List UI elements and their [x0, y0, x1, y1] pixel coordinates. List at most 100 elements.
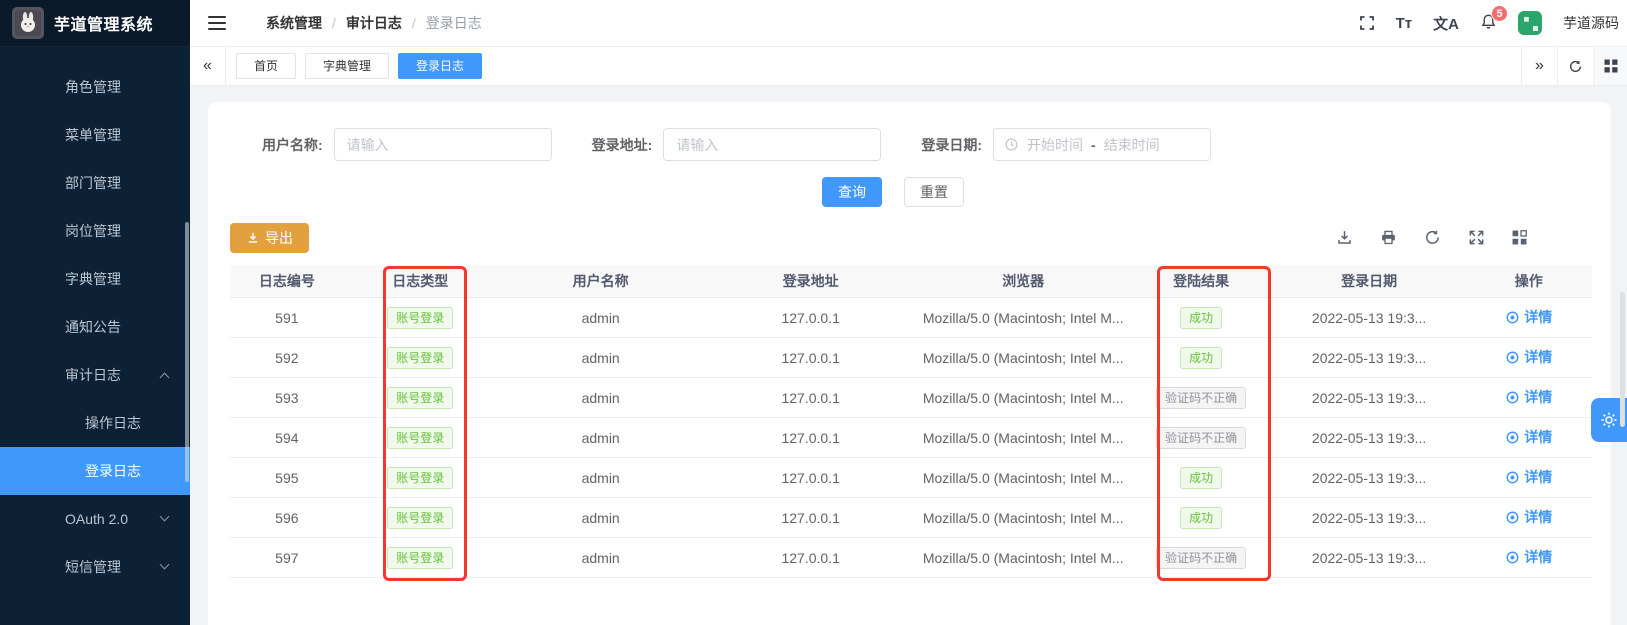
sidebar-item[interactable]: 菜单管理	[0, 111, 190, 159]
cell-username: admin	[497, 470, 705, 486]
tab-layout-icon[interactable]	[1593, 47, 1627, 85]
print-icon[interactable]	[1380, 229, 1397, 246]
login-result-tag: 验证码不正确	[1156, 547, 1246, 569]
tab-item[interactable]: 登录日志	[398, 53, 482, 79]
language-icon[interactable]: 文A	[1433, 13, 1459, 34]
tab-item[interactable]: 字典管理	[305, 53, 389, 79]
tabs: 首页 字典管理 登录日志	[226, 53, 482, 79]
column-setting-icon[interactable]	[1512, 230, 1527, 245]
username[interactable]: 芋道源码	[1563, 13, 1619, 33]
cell-action: 详情	[1465, 547, 1592, 568]
table-row: 591 账号登录 admin 127.0.0.1 Mozilla/5.0 (Ma…	[230, 298, 1592, 338]
cell-username: admin	[497, 550, 705, 566]
reset-button[interactable]: 重置	[904, 177, 964, 207]
search-form: 用户名称: 登录地址: 登录日期: 开始时间 - 结束时间	[208, 128, 1611, 161]
cell-action: 详情	[1465, 307, 1592, 328]
breadcrumb-item[interactable]: 登录日志	[426, 13, 492, 33]
detail-link[interactable]: 详情	[1505, 467, 1552, 487]
clock-icon	[1004, 137, 1019, 152]
cell-log-type: 账号登录	[344, 307, 497, 329]
column-header: 登陆结果	[1129, 271, 1272, 291]
date-range-picker[interactable]: 开始时间 - 结束时间	[993, 128, 1211, 161]
sidebar-item-label: 岗位管理	[65, 223, 121, 239]
username-input[interactable]	[334, 128, 552, 161]
breadcrumb-item[interactable]: 审计日志 /	[346, 13, 416, 33]
cell-login-result: 成功	[1129, 467, 1272, 489]
sidebar-item[interactable]: 部门管理	[0, 159, 190, 207]
sidebar-scrollbar[interactable]	[185, 222, 189, 482]
breadcrumb-separator: /	[332, 15, 336, 31]
sidebar-collapse-icon[interactable]	[208, 16, 226, 30]
detail-link-label: 详情	[1524, 547, 1552, 567]
sidebar-item[interactable]: 审计日志	[0, 351, 190, 399]
detail-link-label: 详情	[1524, 307, 1552, 327]
sidebar-item-label: OAuth 2.0	[65, 511, 128, 527]
tabs-forward-icon[interactable]: »	[1521, 47, 1557, 85]
sidebar-item[interactable]: 通知公告	[0, 303, 190, 351]
detail-link[interactable]: 详情	[1505, 347, 1552, 367]
cell-action: 详情	[1465, 347, 1592, 368]
breadcrumb: 系统管理 / 审计日志 / 登录日志	[266, 13, 492, 33]
sidebar-item-label: 部门管理	[65, 175, 121, 191]
notification-bell[interactable]: 5	[1480, 13, 1497, 33]
user-avatar[interactable]	[1518, 11, 1542, 35]
sidebar: 芋道管理系统 角色管理 菜单管理 部门管理 岗位管理 字典管理 通知公告 审计日…	[0, 0, 190, 625]
query-button[interactable]: 查询	[822, 177, 882, 207]
detail-link[interactable]: 详情	[1505, 307, 1552, 327]
export-button[interactable]: 导出	[230, 223, 309, 253]
sidebar-menu: 角色管理 菜单管理 部门管理 岗位管理 字典管理 通知公告 审计日志 操作日志 …	[0, 47, 190, 591]
address-input[interactable]	[663, 128, 881, 161]
cell-login-address: 127.0.0.1	[704, 310, 917, 326]
page-scrollbar[interactable]	[1620, 292, 1625, 427]
table-header: 日志编号 日志类型 用户名称 登录地址 浏览器 登陆结果 登录日期 操作	[230, 265, 1592, 298]
detail-link-label: 详情	[1524, 507, 1552, 527]
cell-log-type: 账号登录	[344, 547, 497, 569]
font-size-icon[interactable]: Tт	[1396, 15, 1413, 32]
sidebar-item-label: 角色管理	[65, 79, 121, 95]
address-label: 登录地址:	[592, 135, 653, 155]
column-header: 日志类型	[344, 271, 497, 291]
cell-browser: Mozilla/5.0 (Macintosh; Intel M...	[917, 350, 1130, 366]
download-icon[interactable]	[1336, 229, 1353, 246]
eye-icon	[1505, 350, 1520, 365]
table-row: 595 账号登录 admin 127.0.0.1 Mozilla/5.0 (Ma…	[230, 458, 1592, 498]
detail-link-label: 详情	[1524, 427, 1552, 447]
cell-log-type: 账号登录	[344, 467, 497, 489]
sidebar-item[interactable]: 登录日志	[0, 447, 190, 495]
cell-log-id: 593	[230, 390, 344, 406]
sidebar-item[interactable]: 短信管理	[0, 543, 190, 591]
login-result-tag: 验证码不正确	[1156, 387, 1246, 409]
sidebar-item[interactable]: 操作日志	[0, 399, 190, 447]
app-title: 芋道管理系统	[54, 11, 153, 35]
detail-link[interactable]: 详情	[1505, 427, 1552, 447]
breadcrumb-item[interactable]: 系统管理 /	[266, 13, 336, 33]
tabs-back-icon[interactable]: «	[190, 47, 226, 85]
breadcrumb-label: 审计日志	[346, 13, 402, 33]
detail-link[interactable]: 详情	[1505, 547, 1552, 567]
sidebar-item[interactable]: 角色管理	[0, 63, 190, 111]
sidebar-item[interactable]: OAuth 2.0	[0, 495, 190, 543]
chevron-icon	[160, 373, 170, 383]
log-type-tag: 账号登录	[387, 307, 453, 329]
eye-icon	[1505, 470, 1520, 485]
cell-browser: Mozilla/5.0 (Macintosh; Intel M...	[917, 470, 1130, 486]
table-row: 596 账号登录 admin 127.0.0.1 Mozilla/5.0 (Ma…	[230, 498, 1592, 538]
cell-log-type: 账号登录	[344, 387, 497, 409]
detail-link[interactable]: 详情	[1505, 387, 1552, 407]
sidebar-item[interactable]: 字典管理	[0, 255, 190, 303]
eye-icon	[1505, 430, 1520, 445]
cell-log-id: 592	[230, 350, 344, 366]
expand-icon[interactable]	[1468, 229, 1485, 246]
cell-log-id: 594	[230, 430, 344, 446]
log-type-tag: 账号登录	[387, 507, 453, 529]
detail-link[interactable]: 详情	[1505, 507, 1552, 527]
cell-browser: Mozilla/5.0 (Macintosh; Intel M...	[917, 550, 1130, 566]
tab-item[interactable]: 首页	[236, 53, 296, 79]
tab-refresh-icon[interactable]	[1557, 47, 1593, 85]
fullscreen-icon[interactable]	[1359, 15, 1375, 31]
cell-log-type: 账号登录	[344, 347, 497, 369]
eye-icon	[1505, 550, 1520, 565]
refresh-icon[interactable]	[1424, 229, 1441, 246]
sidebar-item[interactable]: 岗位管理	[0, 207, 190, 255]
sidebar-item-label: 通知公告	[65, 319, 121, 335]
